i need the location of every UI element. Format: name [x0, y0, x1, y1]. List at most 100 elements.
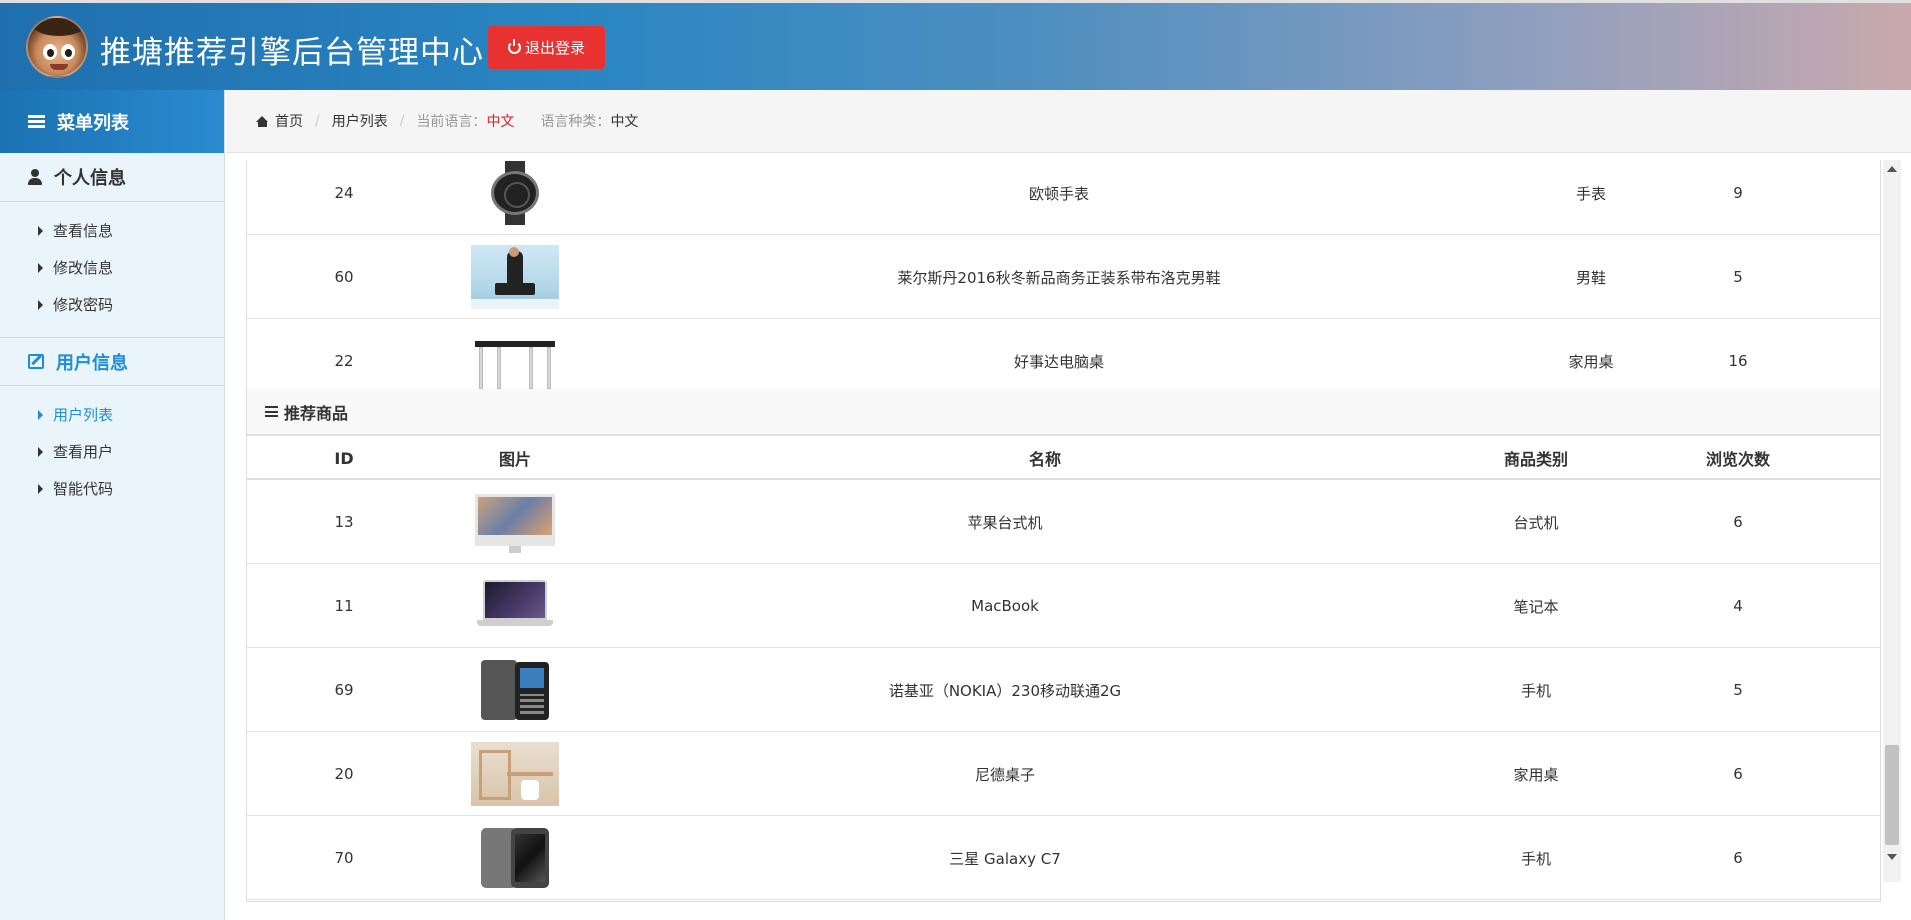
breadcrumb-home[interactable]: 首页: [275, 111, 303, 131]
nokia-phone-thumbnail[interactable]: [471, 648, 559, 732]
breadcrumb: 首页 / 用户列表 / 当前语言： 中文 语言种类： 中文: [226, 90, 1911, 153]
row-name: MacBook: [971, 597, 1039, 615]
current-lang-label: 当前语言：: [416, 114, 487, 130]
caret-right-icon: [38, 409, 43, 420]
avatar: [26, 16, 88, 78]
current-lang-value: 中文: [486, 114, 515, 130]
sidebar-item-label: 用户列表: [53, 406, 114, 424]
column-header-name: 名称: [1028, 450, 1061, 469]
caret-right-icon: [38, 446, 43, 457]
breadcrumb-separator: /: [399, 113, 405, 129]
row-name: 尼德桌子: [974, 765, 1035, 784]
row-views: 9: [1733, 184, 1743, 202]
row-views: 5: [1733, 268, 1743, 286]
column-header-views: 浏览次数: [1705, 450, 1770, 469]
breadcrumb-current[interactable]: 用户列表: [332, 111, 388, 131]
breadcrumb-separator: /: [315, 113, 320, 129]
scroll-thumb[interactable]: [1885, 745, 1899, 845]
sidebar-item-label: 智能代码: [53, 480, 114, 498]
row-views: 6: [1733, 513, 1743, 531]
app-title: 推塘推荐引擎后台管理中心: [100, 35, 484, 71]
vertical-scrollbar[interactable]: [1883, 160, 1901, 882]
edit-icon: [28, 354, 44, 369]
sidebar-item-smart-code[interactable]: 智能代码: [0, 470, 224, 507]
macbook-thumbnail[interactable]: [471, 564, 559, 648]
galaxy-phone-thumbnail[interactable]: [471, 816, 559, 900]
power-icon: [507, 39, 521, 54]
row-views: 5: [1733, 681, 1743, 699]
imac-thumbnail[interactable]: [471, 480, 559, 564]
caret-right-icon: [38, 299, 43, 310]
row-views: 6: [1733, 849, 1743, 867]
section-title-label: 推荐商品: [284, 403, 349, 423]
man-shoes-thumbnail[interactable]: [471, 235, 559, 319]
sidebar-item-label: 修改信息: [53, 259, 114, 277]
table-row[interactable]: 11 MacBook 笔记本 4: [247, 564, 1880, 648]
table-row[interactable]: 24 欧顿手表 手表 9: [247, 160, 1880, 235]
row-category: 笔记本: [1513, 597, 1559, 616]
column-header-image: 图片: [498, 450, 531, 469]
row-category: 台式机: [1513, 513, 1559, 532]
row-id: 13: [334, 513, 354, 531]
row-id: 60: [334, 268, 354, 286]
caret-right-icon: [38, 483, 43, 494]
scroll-up-arrow-icon[interactable]: [1887, 166, 1897, 172]
group-user-info[interactable]: 用户信息: [0, 337, 224, 386]
sidebar-item-label: 修改密码: [53, 296, 114, 314]
row-name: 莱尔斯丹2016秋冬新品商务正装系带布洛克男鞋: [897, 268, 1221, 287]
top-header: 推塘推荐引擎后台管理中心 退出登录: [0, 0, 1911, 90]
column-header-id: ID: [334, 448, 354, 468]
lang-type-value: 中文: [610, 114, 639, 130]
row-category: 男鞋: [1575, 268, 1606, 287]
row-name: 诺基亚（NOKIA）230移动联通2G: [888, 681, 1122, 700]
table-header: ID 图片 名称 商品类别 浏览次数: [247, 436, 1880, 480]
row-id: 70: [334, 849, 354, 867]
row-category: 手表: [1575, 184, 1606, 203]
row-id: 24: [334, 184, 354, 202]
row-views: 6: [1733, 765, 1743, 783]
list-icon: [265, 406, 278, 417]
home-icon: [256, 115, 269, 127]
user-icon: [28, 169, 42, 185]
row-name: 三星 Galaxy C7: [949, 849, 1061, 868]
row-name: 苹果台式机: [967, 513, 1043, 532]
caret-right-icon: [38, 262, 43, 273]
table-row[interactable]: 69 诺基亚（NOKIA）230移动联通2G 手机 5: [247, 648, 1880, 732]
sidebar-item-view-info[interactable]: 查看信息: [0, 212, 224, 249]
table-row[interactable]: 13 苹果台式机 台式机 6: [247, 480, 1880, 564]
list-icon: [28, 114, 45, 129]
recommended-section-title: 推荐商品: [247, 389, 1880, 436]
desk-room-thumbnail[interactable]: [471, 732, 559, 816]
group-personal-info[interactable]: 个人信息: [0, 153, 224, 202]
row-views: 4: [1733, 597, 1743, 615]
table-row[interactable]: 20 尼德桌子 家用桌 6: [247, 732, 1880, 816]
logout-button[interactable]: 退出登录: [488, 26, 605, 69]
sidebar-item-label: 查看信息: [53, 222, 114, 240]
lang-type-label: 语言种类：: [540, 114, 611, 130]
table-row[interactable]: 70 三星 Galaxy C7 手机 6: [247, 816, 1880, 900]
sidebar-item-change-password[interactable]: 修改密码: [0, 286, 224, 323]
group-title: 用户信息: [56, 352, 128, 374]
watch-thumbnail[interactable]: [471, 160, 559, 235]
sidebar-item-user-list[interactable]: 用户列表: [0, 396, 224, 433]
row-id: 20: [334, 765, 354, 783]
scroll-down-arrow-icon[interactable]: [1887, 854, 1897, 860]
column-header-category: 商品类别: [1503, 450, 1568, 469]
sidebar-item-label: 查看用户: [53, 443, 114, 461]
sidebar-item-view-users[interactable]: 查看用户: [0, 433, 224, 470]
sidebar: 菜单列表 个人信息 查看信息 修改信息 修改密码 用户信息 用户列表 查看用户: [0, 90, 225, 920]
menu-header: 菜单列表: [0, 90, 224, 153]
row-id: 11: [334, 597, 354, 615]
row-name: 欧顿手表: [1028, 184, 1089, 203]
row-id: 69: [334, 681, 354, 699]
caret-right-icon: [38, 225, 43, 236]
table-row[interactable]: 60 莱尔斯丹2016秋冬新品商务正装系带布洛克男鞋 男鞋 5: [247, 235, 1880, 319]
sidebar-item-edit-info[interactable]: 修改信息: [0, 249, 224, 286]
menu-title: 菜单列表: [57, 112, 129, 134]
group-title: 个人信息: [54, 168, 126, 189]
content-panel: 24 欧顿手表 手表 9 60 莱尔斯丹2016秋冬新品商务正装系带布洛克男鞋 …: [246, 160, 1881, 902]
row-category: 手机: [1520, 681, 1551, 700]
row-category: 家用桌: [1513, 765, 1559, 784]
row-category: 手机: [1520, 849, 1551, 868]
logout-label: 退出登录: [524, 39, 585, 57]
